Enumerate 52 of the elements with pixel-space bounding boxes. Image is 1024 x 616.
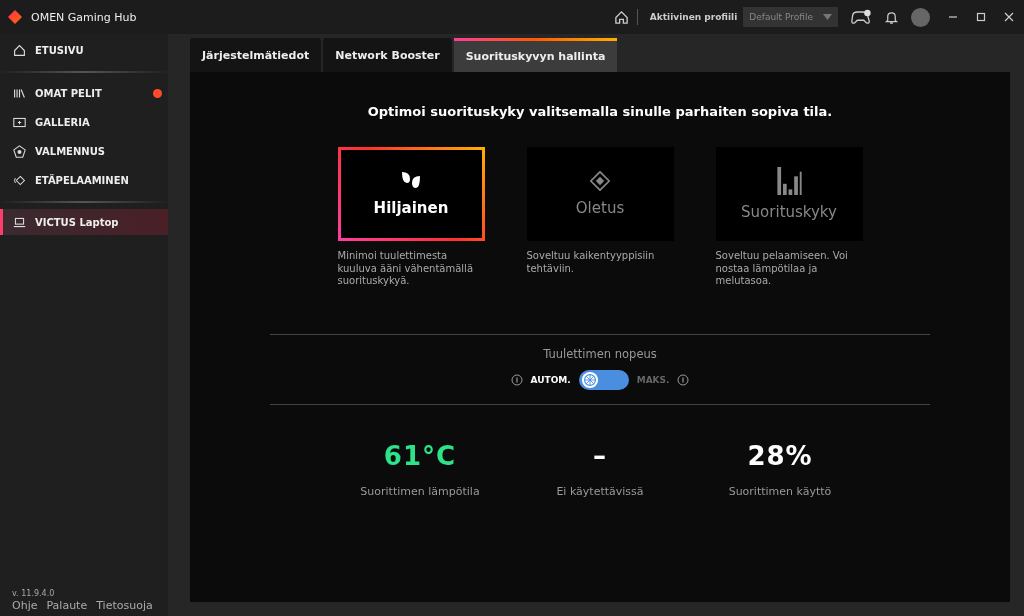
sidebar-item[interactable]: ETUSIVU xyxy=(0,36,168,65)
info-icon[interactable] xyxy=(510,373,523,386)
stat-label: Suorittimen lämpötila xyxy=(360,484,480,498)
footer-link[interactable]: Ohje xyxy=(12,599,38,612)
mode-description: Minimoi tuulettimesta kuuluva ääni vähentämällä suorituskykyä. xyxy=(337,250,475,288)
mode-description: Soveltuu kaikentyyppisiin tehtäviin. xyxy=(526,250,656,275)
avatar-icon[interactable] xyxy=(911,7,930,27)
profile-dropdown[interactable]: Default Profile xyxy=(743,7,838,27)
footer-link[interactable]: Tietosuoja xyxy=(96,599,153,612)
gallery-icon xyxy=(13,116,26,129)
tab[interactable]: Suorituskyvyn hallinta xyxy=(453,38,618,72)
laptop-icon xyxy=(13,215,26,229)
stat-label: Ei käytettävissä xyxy=(556,484,644,498)
stat-label: Suorittimen käyttö xyxy=(728,484,832,498)
sidebar-item[interactable]: VICTUS Laptop xyxy=(0,209,168,235)
library-icon xyxy=(13,87,26,100)
diamond-icon xyxy=(589,171,611,191)
leaves-icon xyxy=(400,171,422,191)
fan-speed-title: Tuulettimen nopeus xyxy=(543,346,657,361)
gamepad-icon[interactable] xyxy=(850,8,872,26)
footer-link[interactable]: Palaute xyxy=(46,599,88,612)
tab[interactable]: Network Booster xyxy=(323,38,452,72)
maximize-icon[interactable] xyxy=(976,12,986,22)
stat-value: 61°C xyxy=(383,440,457,471)
badge-icon xyxy=(13,145,26,158)
mode-description: Soveltuu pelaamiseen. Voi nostaa lämpötilaa ja melutasoa. xyxy=(715,250,849,288)
sidebar-item[interactable]: GALLERIA xyxy=(0,108,168,137)
fan-option-label: MAKS. xyxy=(636,374,670,385)
mode-card[interactable]: Oletus xyxy=(526,147,674,241)
window-title: OMEN Gaming Hub xyxy=(31,10,137,24)
sidebar-item[interactable]: VALMENNUS xyxy=(0,137,168,166)
home-icon xyxy=(13,44,26,57)
stat-value: 28% xyxy=(747,440,813,471)
mode-card[interactable]: Suorituskyky xyxy=(715,147,863,241)
sidebar-item[interactable]: ETÄPELAAMINEN xyxy=(0,166,168,195)
bar-chart-icon xyxy=(776,167,802,195)
caret-icon xyxy=(823,14,832,20)
info-icon[interactable] xyxy=(677,373,690,386)
stat-value: – xyxy=(593,440,607,471)
fan-option-label: AUTOM. xyxy=(530,374,571,385)
logo-icon xyxy=(7,9,23,25)
fan-speed-toggle[interactable] xyxy=(578,369,629,390)
heading: Optimoi suorituskyky valitsemalla sinulle parhaiten sopiva tila. xyxy=(367,104,833,119)
home-icon[interactable] xyxy=(613,9,629,25)
mode-card[interactable]: Hiljainen xyxy=(337,147,485,241)
tab[interactable]: Järjestelmätiedot xyxy=(190,38,322,72)
profile-label: Aktiivinen profiili xyxy=(649,12,738,22)
bell-icon[interactable] xyxy=(884,9,899,25)
version-text: v. 11.9.4.0 xyxy=(11,589,56,598)
close-icon[interactable] xyxy=(1004,12,1014,22)
signal-icon xyxy=(13,174,26,187)
sidebar-item[interactable]: OMAT PELIT xyxy=(0,79,168,108)
